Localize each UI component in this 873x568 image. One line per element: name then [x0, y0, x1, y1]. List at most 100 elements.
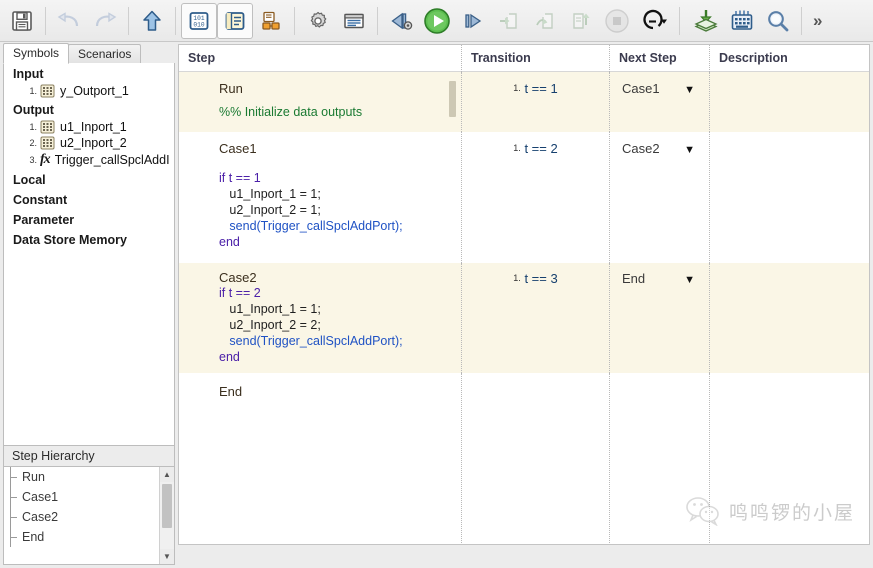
settings-button[interactable] [300, 3, 336, 39]
step-name-case1: Case1 [179, 132, 461, 156]
cell-transition[interactable]: 1. t == 2 [462, 132, 610, 263]
symbol-label: Trigger_callSpclAddI [55, 153, 170, 167]
hierarchy-item-case2[interactable]: Case2 [4, 507, 174, 527]
symbol-label: y_Outport_1 [60, 84, 129, 98]
symbols-list-panel: Input 1. y_Outport_1 Output [3, 63, 175, 446]
scroll-up-arrow-icon[interactable]: ▲ [160, 467, 174, 482]
description-text-run [710, 72, 868, 81]
next-step-value: Case2 [622, 141, 660, 156]
cell-description[interactable] [710, 373, 868, 543]
table-row[interactable]: Case1 if t == 1 u1_Inport_1 = 1; u2_Inpo… [179, 132, 869, 263]
matrix-data-icon [40, 136, 55, 150]
run-button[interactable] [419, 3, 455, 39]
cell-next-step[interactable]: End ▼ [610, 263, 710, 373]
symbol-group-output: Output [4, 99, 174, 119]
hierarchy-item-case1[interactable]: Case1 [4, 487, 174, 507]
cell-description[interactable] [710, 132, 868, 263]
toolbar-separator [679, 7, 680, 35]
toolbar-separator [45, 7, 46, 35]
column-header-next-step[interactable]: Next Step [610, 45, 710, 72]
hierarchy-item-run[interactable]: Run [4, 467, 174, 487]
export-button[interactable] [688, 3, 724, 39]
cell-scroll-thumb[interactable] [449, 81, 456, 117]
chevron-down-icon[interactable]: ▼ [684, 84, 695, 96]
step-in-button[interactable] [491, 3, 527, 39]
main-toolbar: 101 010 [0, 0, 873, 42]
symbol-group-local: Local [4, 169, 174, 189]
cell-next-step[interactable] [610, 373, 710, 543]
cell-description[interactable] [710, 72, 868, 132]
table-view-button[interactable] [217, 3, 253, 39]
simulation-speed-button[interactable] [635, 3, 671, 39]
save-button[interactable] [4, 3, 40, 39]
column-header-step[interactable]: Step [179, 45, 462, 72]
next-step-selector-case2[interactable]: End ▼ [610, 263, 709, 286]
item-index: 3. [26, 155, 37, 165]
code-keyword-if: if t == 1 [219, 171, 261, 185]
list-item[interactable]: 2. u2_Inport_2 [4, 135, 174, 151]
step-over-button[interactable] [527, 3, 563, 39]
chevron-down-icon[interactable]: ▼ [684, 144, 695, 156]
cell-step[interactable]: End [179, 373, 462, 543]
item-index: 1. [26, 86, 37, 96]
binary-view-button[interactable]: 101 010 [181, 3, 217, 39]
step-name-case2: Case2 [179, 263, 461, 285]
up-to-parent-button[interactable] [134, 3, 170, 39]
tab-scenarios[interactable]: Scenarios [68, 44, 141, 64]
toolbar-overflow-button[interactable]: » [807, 11, 828, 31]
code-keyword-end: end [219, 350, 240, 364]
list-item[interactable]: 3. fx Trigger_callSpclAddI [4, 151, 174, 169]
list-item[interactable]: 1. y_Outport_1 [4, 83, 174, 99]
stop-button[interactable] [599, 3, 635, 39]
step-code-case1[interactable]: if t == 1 u1_Inport_1 = 1; u2_Inport_2 =… [179, 156, 461, 258]
code-keyword-end: end [219, 235, 240, 249]
data-table-button[interactable] [336, 3, 372, 39]
toolbar-separator [377, 7, 378, 35]
next-step-selector-case1[interactable]: Case2 ▼ [610, 132, 709, 156]
step-back-button[interactable] [383, 3, 419, 39]
step-code-run[interactable]: %% Initialize data outputs [179, 96, 461, 128]
toolbar-separator [801, 7, 802, 35]
cell-transition[interactable]: 1. t == 1 [462, 72, 610, 132]
find-button[interactable] [760, 3, 796, 39]
tab-symbols[interactable]: Symbols [3, 43, 69, 64]
cell-step[interactable]: Run %% Initialize data outputs [179, 72, 462, 132]
cell-transition[interactable] [462, 373, 610, 543]
continue-button[interactable] [455, 3, 491, 39]
cell-next-step[interactable]: Case1 ▼ [610, 72, 710, 132]
left-panel: Symbols Scenarios Input 1. [3, 44, 175, 565]
cell-next-step[interactable]: Case2 ▼ [610, 132, 710, 263]
undo-button[interactable] [51, 3, 87, 39]
cell-step[interactable]: Case2 if t == 2 u1_Inport_1 = 1; u2_Inpo… [179, 263, 462, 373]
svg-text:010: 010 [193, 21, 204, 28]
code-comment-line: %% Initialize data outputs [219, 105, 362, 119]
cell-description[interactable] [710, 263, 868, 373]
hierarchy-item-end[interactable]: End [4, 527, 174, 547]
table-row[interactable]: Run %% Initialize data outputs 1. t == 1… [179, 72, 869, 132]
symbol-label: u2_Inport_2 [60, 136, 127, 150]
table-header-row: Step Transition Next Step Description [179, 45, 869, 72]
cell-step[interactable]: Case1 if t == 1 u1_Inport_1 = 1; u2_Inpo… [179, 132, 462, 263]
list-item[interactable]: 1. u1_Inport_1 [4, 119, 174, 135]
chevron-down-icon[interactable]: ▼ [684, 274, 695, 286]
next-step-selector-run[interactable]: Case1 ▼ [610, 72, 709, 96]
coverage-button[interactable] [724, 3, 760, 39]
sidebar-tabstrip: Symbols Scenarios [3, 44, 175, 64]
column-header-transition[interactable]: Transition [462, 45, 610, 72]
hierarchy-scrollbar[interactable]: ▲ ▼ [159, 467, 174, 564]
matrix-data-icon [40, 84, 55, 98]
application-window: 101 010 [0, 0, 873, 568]
table-row[interactable]: Case2 if t == 2 u1_Inport_1 = 1; u2_Inpo… [179, 263, 869, 373]
step-out-button[interactable] [563, 3, 599, 39]
model-explorer-button[interactable] [253, 3, 289, 39]
table-row[interactable]: End [179, 373, 869, 543]
code-line-assign-2: u2_Inport_2 = 2; [219, 318, 321, 332]
redo-button[interactable] [87, 3, 123, 39]
step-code-case2[interactable]: if t == 2 u1_Inport_1 = 1; u2_Inport_2 =… [179, 285, 461, 373]
cell-transition[interactable]: 1. t == 3 [462, 263, 610, 373]
scrollbar-thumb[interactable] [162, 484, 172, 528]
next-step-value: End [622, 271, 645, 286]
column-header-description[interactable]: Description [710, 45, 868, 72]
step-hierarchy-title: Step Hierarchy [3, 446, 175, 467]
scroll-down-arrow-icon[interactable]: ▼ [160, 549, 174, 564]
